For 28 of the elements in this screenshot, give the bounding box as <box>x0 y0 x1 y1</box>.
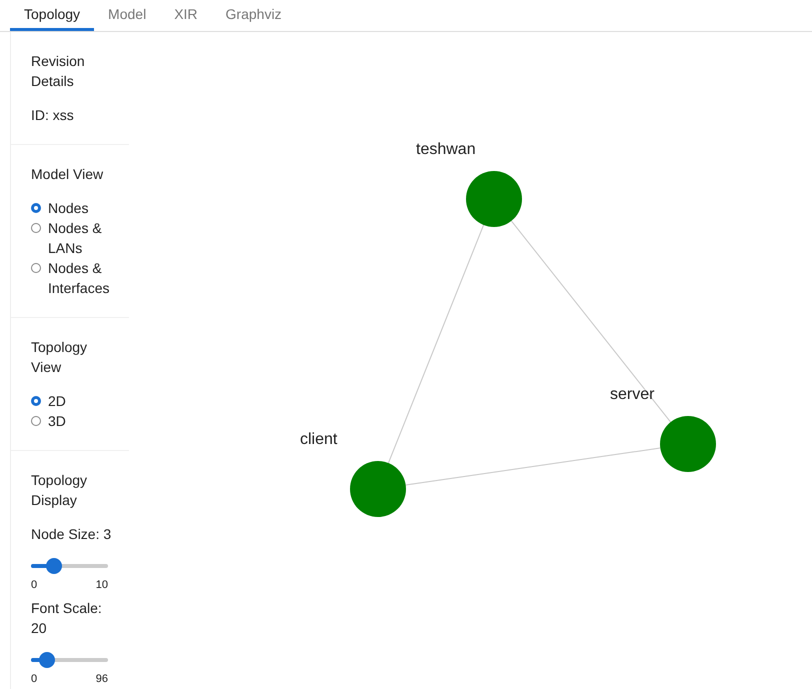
tab[interactable]: Topology <box>10 0 94 31</box>
node-label: client <box>300 431 338 449</box>
slider-label: Node Size: 3 <box>31 525 112 544</box>
slider-thumb[interactable] <box>39 652 56 668</box>
slider-min: 0 <box>31 672 38 686</box>
section-title: Topology View <box>31 338 88 377</box>
tab[interactable]: Graphviz <box>212 0 296 31</box>
node-circle[interactable] <box>660 416 716 472</box>
slider-label: Font Scale: 20 <box>31 599 103 638</box>
tab[interactable]: XIR <box>160 0 212 31</box>
tab[interactable]: Model <box>94 0 160 31</box>
node-circle[interactable] <box>350 461 406 517</box>
radio-option[interactable]: Nodes & Interfaces <box>31 258 119 298</box>
revision-id: ID: xss <box>31 106 75 125</box>
node-circle[interactable] <box>466 171 522 227</box>
radio-option[interactable]: Nodes <box>31 198 119 218</box>
section-title: Model View <box>31 165 104 184</box>
section-title: Topology Display <box>31 471 88 510</box>
slider-max: 10 <box>96 578 108 592</box>
slider-min: 0 <box>31 578 38 592</box>
node-label: teshwan <box>416 141 476 159</box>
section-title: Revision Details <box>31 52 86 91</box>
slider-thumb[interactable] <box>46 558 62 574</box>
radio-option[interactable]: Nodes & LANs <box>31 218 119 258</box>
node-label: server <box>610 386 654 404</box>
radio-option[interactable]: 2D <box>31 391 119 411</box>
slider-max: 96 <box>96 672 108 686</box>
radio-option[interactable]: 3D <box>31 411 119 431</box>
